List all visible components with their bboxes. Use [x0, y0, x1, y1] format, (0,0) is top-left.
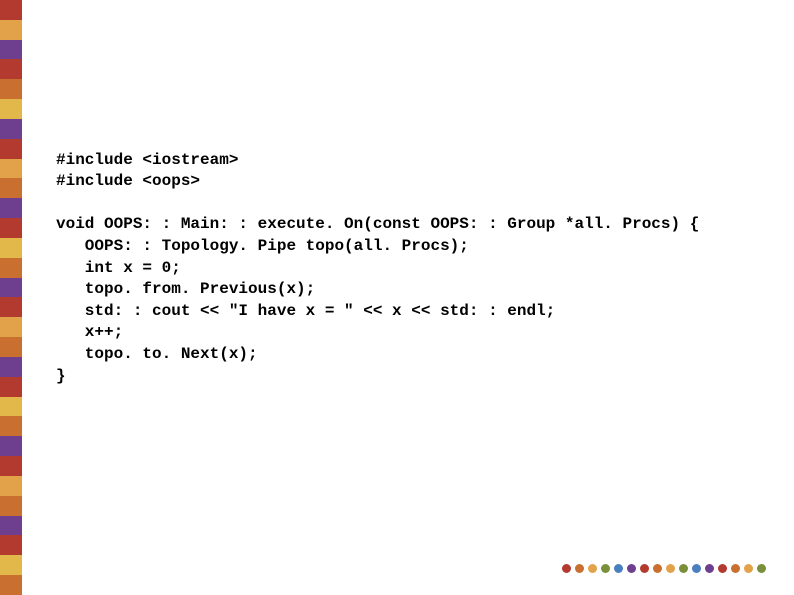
footer-dot: [731, 564, 740, 573]
code-line: int x = 0;: [56, 259, 181, 277]
footer-dot: [588, 564, 597, 573]
footer-dot: [718, 564, 727, 573]
code-line: OOPS: : Topology. Pipe topo(all. Procs);: [56, 237, 469, 255]
code-line: x++;: [56, 323, 123, 341]
stripe-cell: [0, 139, 22, 159]
stripe-cell: [0, 337, 22, 357]
stripe-cell: [0, 218, 22, 238]
footer-dot: [666, 564, 675, 573]
stripe-cell: [0, 119, 22, 139]
slide: #include <iostream> #include <oops> void…: [0, 0, 794, 595]
stripe-cell: [0, 159, 22, 179]
stripe-cell: [0, 238, 22, 258]
footer-dots: [562, 564, 766, 573]
stripe-cell: [0, 297, 22, 317]
footer-dot: [614, 564, 623, 573]
footer-dot: [562, 564, 571, 573]
stripe-cell: [0, 198, 22, 218]
footer-dot: [744, 564, 753, 573]
code-line: topo. from. Previous(x);: [56, 280, 315, 298]
stripe-cell: [0, 79, 22, 99]
stripe-cell: [0, 99, 22, 119]
left-decorative-stripe: [0, 0, 22, 595]
code-line: topo. to. Next(x);: [56, 345, 258, 363]
footer-dot: [640, 564, 649, 573]
footer-dot: [692, 564, 701, 573]
stripe-cell: [0, 397, 22, 417]
footer-dot: [601, 564, 610, 573]
stripe-cell: [0, 555, 22, 575]
stripe-cell: [0, 357, 22, 377]
code-line: #include <iostream>: [56, 151, 238, 169]
stripe-cell: [0, 575, 22, 595]
code-line: void OOPS: : Main: : execute. On(const O…: [56, 215, 699, 233]
stripe-cell: [0, 516, 22, 536]
stripe-cell: [0, 0, 22, 20]
code-line: }: [56, 367, 66, 385]
stripe-cell: [0, 377, 22, 397]
footer-dot: [627, 564, 636, 573]
stripe-cell: [0, 59, 22, 79]
stripe-cell: [0, 456, 22, 476]
stripe-cell: [0, 535, 22, 555]
stripe-cell: [0, 258, 22, 278]
stripe-cell: [0, 20, 22, 40]
stripe-cell: [0, 40, 22, 60]
footer-dot: [757, 564, 766, 573]
stripe-cell: [0, 416, 22, 436]
footer-dot: [575, 564, 584, 573]
footer-dot: [705, 564, 714, 573]
footer-dot: [679, 564, 688, 573]
code-line: #include <oops>: [56, 172, 200, 190]
stripe-cell: [0, 278, 22, 298]
stripe-cell: [0, 317, 22, 337]
stripe-cell: [0, 436, 22, 456]
stripe-cell: [0, 496, 22, 516]
code-block: #include <iostream> #include <oops> void…: [56, 128, 774, 387]
stripe-cell: [0, 476, 22, 496]
code-line: std: : cout << "I have x = " << x << std…: [56, 302, 555, 320]
footer-dot: [653, 564, 662, 573]
stripe-cell: [0, 178, 22, 198]
